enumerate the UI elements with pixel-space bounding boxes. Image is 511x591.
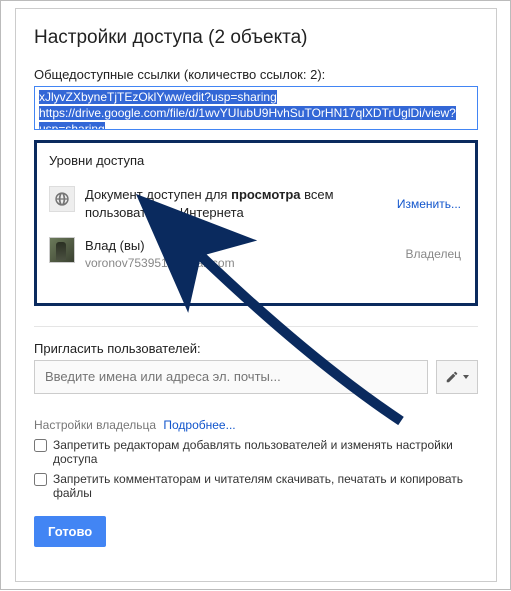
link-text-2: https://drive.google.com/file/d/1wvYUIub… [39, 106, 456, 120]
owner-role: Владелец [405, 247, 461, 261]
owner-settings: Настройки владельца Подробнее... Запрети… [34, 418, 478, 500]
checkbox-prevent-download[interactable] [34, 473, 47, 486]
owner-settings-label: Настройки владельца [34, 418, 156, 432]
public-links-textarea[interactable]: xJlyvZXbyneTjTEzOklYww/edit?usp=sharing … [34, 86, 478, 130]
link-text-3: usp=sharing [39, 122, 105, 130]
share-dialog: Настройки доступа (2 объекта) Общедоступ… [15, 8, 497, 582]
access-levels-title: Уровни доступа [49, 153, 463, 168]
window-frame: Настройки доступа (2 объекта) Общедоступ… [0, 0, 511, 590]
owner-settings-more-link[interactable]: Подробнее... [163, 418, 235, 432]
dialog-title: Настройки доступа (2 объекта) [34, 27, 478, 49]
chevron-down-icon [463, 375, 469, 379]
access-row-public: Документ доступен для просмотра всем пол… [49, 178, 463, 229]
done-button[interactable]: Готово [34, 516, 106, 547]
pencil-icon [445, 370, 459, 384]
owner-name: Влад (вы) [85, 237, 395, 255]
link-text-1: xJlyvZXbyneTjTEzOklYww/edit?usp=sharing [39, 90, 277, 104]
access-public-text: Документ доступен для просмотра всем пол… [85, 186, 387, 221]
permission-dropdown-button[interactable] [436, 360, 478, 394]
owner-email: voronov753951@gmail.com [85, 255, 395, 271]
access-public-bold: просмотра [231, 187, 300, 202]
checkbox-label-2: Запретить комментаторам и читателям скач… [53, 472, 478, 500]
globe-icon [49, 186, 75, 212]
divider [34, 326, 478, 327]
access-public-prefix: Документ доступен для [85, 187, 231, 202]
public-links-label: Общедоступные ссылки (количество ссылок:… [34, 67, 478, 82]
access-row-owner: Влад (вы) voronov753951@gmail.com Владел… [49, 229, 463, 279]
invite-input[interactable] [34, 360, 428, 394]
invite-label: Пригласить пользователей: [34, 341, 478, 356]
checkbox-prevent-editors[interactable] [34, 439, 47, 452]
invite-row [34, 360, 478, 394]
avatar [49, 237, 75, 263]
checkbox-row-2[interactable]: Запретить комментаторам и читателям скач… [34, 472, 478, 500]
checkbox-label-1: Запретить редакторам добавлять пользоват… [53, 438, 478, 466]
checkbox-row-1[interactable]: Запретить редакторам добавлять пользоват… [34, 438, 478, 466]
access-levels-panel: Уровни доступа Документ доступен для про… [34, 140, 478, 306]
owner-text: Влад (вы) voronov753951@gmail.com [85, 237, 395, 271]
change-access-link[interactable]: Изменить... [397, 197, 461, 211]
